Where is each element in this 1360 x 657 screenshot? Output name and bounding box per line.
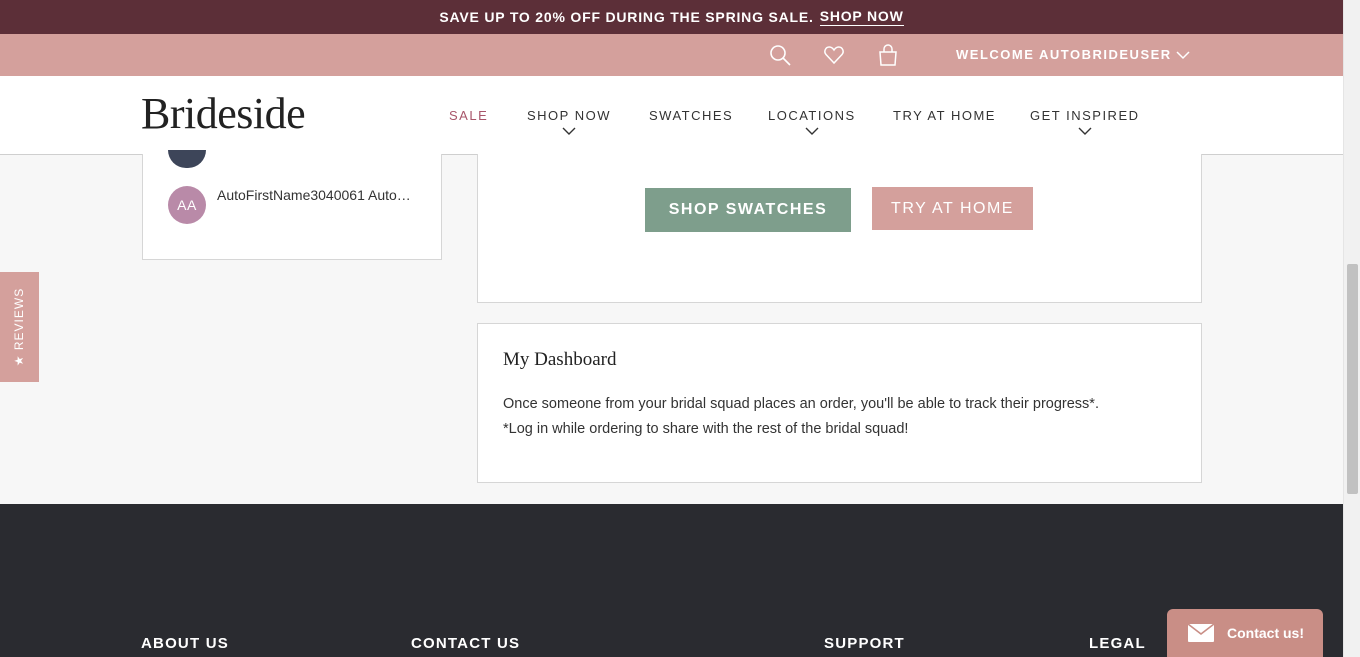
- envelope-icon: [1187, 623, 1215, 642]
- site-footer: ABOUT US CONTACT US SUPPORT LEGAL: [0, 504, 1343, 657]
- page-scrollbar[interactable]: [1343, 0, 1360, 657]
- shopping-bag-icon[interactable]: [877, 44, 899, 66]
- nav-label: LOCATIONS: [768, 108, 856, 123]
- footer-heading-about: ABOUT US: [141, 635, 229, 652]
- dashboard-description: Once someone from your bridal squad plac…: [503, 396, 1099, 412]
- main-nav: Brideside SALE SHOP NOW SWATCHES LOCATIO…: [0, 76, 1343, 155]
- nav-item-swatches[interactable]: SWATCHES: [649, 108, 733, 123]
- nav-item-try-at-home[interactable]: TRY AT HOME: [893, 108, 996, 123]
- nav-label: GET INSPIRED: [1030, 108, 1140, 123]
- footer-heading-support: SUPPORT: [824, 635, 905, 652]
- dashboard-card: My Dashboard Once someone from your brid…: [477, 323, 1202, 483]
- squad-member-name[interactable]: AutoFirstName3040061 AutoLastName: [217, 187, 417, 203]
- contact-us-label: Contact us!: [1227, 625, 1304, 641]
- nav-item-shop-now[interactable]: SHOP NOW: [527, 108, 611, 136]
- shop-swatches-button[interactable]: SHOP SWATCHES: [645, 188, 851, 232]
- chevron-down-icon: [805, 127, 819, 135]
- chevron-down-icon: [1176, 50, 1190, 59]
- promo-shop-now-link[interactable]: SHOP NOW: [819, 8, 904, 26]
- search-icon[interactable]: [769, 44, 791, 66]
- welcome-label: WELCOME AUTOBRIDEUSER: [956, 47, 1172, 62]
- footer-heading-legal: LEGAL: [1089, 635, 1146, 652]
- scrollbar-thumb[interactable]: [1347, 264, 1358, 494]
- heart-icon[interactable]: [823, 44, 845, 66]
- nav-label: SALE: [449, 108, 489, 123]
- promo-text: SAVE UP TO 20% OFF DURING THE SPRING SAL…: [439, 9, 814, 25]
- footer-heading-contact: CONTACT US: [411, 635, 521, 652]
- brand-logo[interactable]: Brideside: [141, 88, 306, 139]
- reviews-tab[interactable]: ★ REVIEWS: [0, 272, 39, 382]
- utility-bar: WELCOME AUTOBRIDEUSER: [0, 34, 1343, 76]
- chevron-down-icon: [1078, 127, 1092, 135]
- dashboard-note: *Log in while ordering to share with the…: [503, 421, 909, 437]
- try-at-home-button[interactable]: TRY AT HOME: [872, 187, 1033, 230]
- chevron-down-icon: [562, 127, 576, 135]
- nav-item-get-inspired[interactable]: GET INSPIRED: [1030, 108, 1140, 136]
- nav-item-sale[interactable]: SALE: [449, 108, 488, 123]
- avatar: AA: [168, 186, 206, 224]
- account-menu[interactable]: WELCOME AUTOBRIDEUSER: [956, 47, 1190, 62]
- nav-label: SWATCHES: [649, 108, 734, 123]
- nav-label: SHOP NOW: [527, 108, 611, 123]
- reviews-label: ★ REVIEWS: [12, 287, 27, 367]
- nav-item-locations[interactable]: LOCATIONS: [768, 108, 856, 136]
- contact-us-button[interactable]: Contact us!: [1167, 609, 1323, 657]
- dashboard-title: My Dashboard: [503, 349, 617, 370]
- promo-banner: SAVE UP TO 20% OFF DURING THE SPRING SAL…: [0, 0, 1343, 34]
- nav-label: TRY AT HOME: [893, 108, 996, 123]
